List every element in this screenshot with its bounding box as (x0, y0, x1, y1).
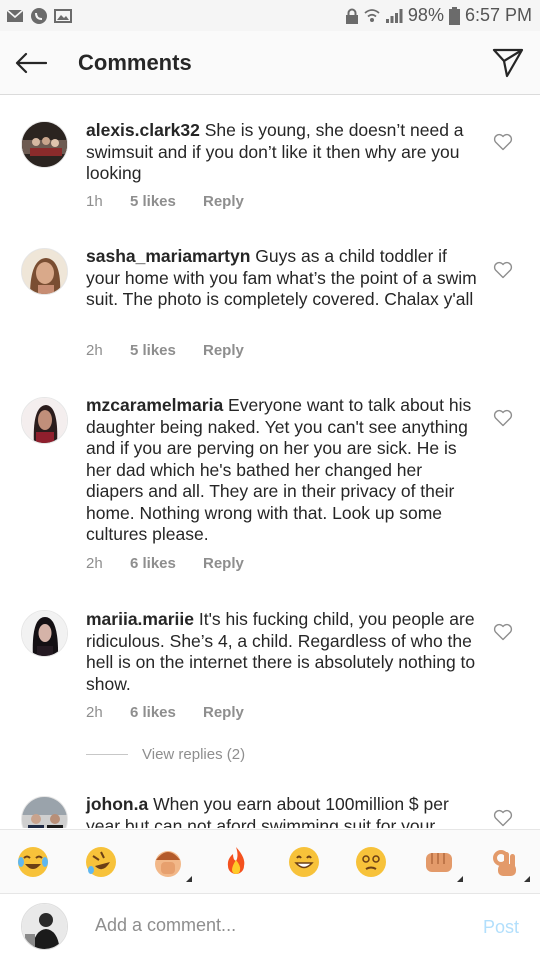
comment-text: mariia.mariie It's his fucking child, yo… (86, 609, 478, 695)
avatar-image (22, 122, 67, 167)
reply-button[interactable]: Reply (203, 342, 244, 359)
comment-text: alexis.clark32 She is young, she doesn’t… (86, 120, 478, 185)
grinning-face-icon[interactable] (286, 844, 322, 880)
send-icon (492, 48, 524, 78)
avatar[interactable] (21, 397, 68, 444)
battery-percent: 98% (407, 5, 444, 25)
ok-hand-icon[interactable] (488, 844, 530, 882)
comment-list[interactable]: alexis.clark32 She is young, she doesn’t… (0, 96, 540, 828)
skin-tone-indicator (457, 876, 463, 882)
lock-icon (345, 8, 358, 24)
notification-icons (6, 7, 72, 25)
comment-body: Everyone want to talk about his daughter… (86, 395, 472, 544)
skin-tone-indicator (524, 876, 530, 882)
heart-icon[interactable] (493, 623, 513, 641)
dizzy-face-icon[interactable] (353, 844, 389, 880)
gallery-icon (54, 8, 72, 23)
post-button[interactable]: Post (483, 917, 519, 938)
comment-username[interactable]: mariia.mariie (86, 609, 194, 629)
avatar[interactable] (21, 796, 68, 828)
comment-time: 2h (86, 555, 103, 572)
comment-username[interactable]: alexis.clark32 (86, 120, 200, 140)
battery-icon (448, 6, 460, 25)
avatar[interactable] (21, 121, 68, 168)
comment-likes[interactable]: 6 likes (130, 555, 203, 572)
oncoming-fist-icon[interactable] (421, 844, 463, 882)
comment-likes[interactable]: 5 likes (130, 193, 203, 210)
avatar-image (22, 398, 67, 443)
comment-input[interactable]: Add a comment... (95, 915, 236, 936)
comment-meta: 2h 6 likes Reply (86, 555, 244, 572)
comment-text: mzcaramelmaria Everyone want to talk abo… (86, 395, 478, 546)
comment-username[interactable]: mzcaramelmaria (86, 395, 223, 415)
avatar-image (22, 797, 67, 828)
status-bar: 98% 6:57 PM (0, 0, 540, 31)
comment-time: 1h (86, 193, 103, 210)
fire-icon[interactable] (218, 844, 254, 880)
page-title: Comments (78, 49, 192, 75)
current-user-avatar (21, 903, 68, 950)
quick-emoji-bar (0, 829, 540, 894)
system-status: 98% 6:57 PM (345, 5, 532, 26)
view-replies-label: View replies (2) (142, 746, 246, 763)
heart-icon[interactable] (493, 409, 513, 427)
heart-icon[interactable] (493, 261, 513, 279)
comment-meta: 1h 5 likes Reply (86, 193, 244, 210)
comment-username[interactable]: johon.a (86, 794, 148, 814)
back-arrow-icon (15, 52, 47, 73)
comment-meta: 2h 5 likes Reply (86, 342, 244, 359)
avatar[interactable] (21, 248, 68, 295)
heart-icon[interactable] (493, 809, 513, 827)
comment-username[interactable]: sasha_mariamartyn (86, 246, 250, 266)
heart-icon[interactable] (493, 133, 513, 151)
reply-button[interactable]: Reply (203, 193, 244, 210)
avatar-image (22, 249, 67, 294)
whatsapp-icon (31, 7, 47, 24)
view-replies-button[interactable]: View replies (2) (86, 746, 245, 763)
direct-message-button[interactable] (490, 45, 526, 81)
comment-time: 2h (86, 704, 103, 721)
reply-button[interactable]: Reply (203, 704, 244, 721)
clock: 6:57 PM (464, 5, 532, 25)
comment-meta: 2h 6 likes Reply (86, 704, 244, 721)
face-palm-icon[interactable] (150, 844, 192, 882)
comment-likes[interactable]: 5 likes (130, 342, 203, 359)
wifi-icon (364, 8, 380, 22)
app-bar: Comments (0, 31, 540, 95)
comment-time: 2h (86, 342, 103, 359)
avatar-image (22, 904, 67, 949)
back-button[interactable] (0, 31, 62, 95)
view-replies-line (86, 754, 128, 755)
avatar[interactable] (21, 610, 68, 657)
reply-button[interactable]: Reply (203, 555, 244, 572)
comment-likes[interactable]: 6 likes (130, 704, 203, 721)
comment-text: sasha_mariamartyn Guys as a child toddle… (86, 246, 478, 311)
signal-icon (385, 8, 403, 23)
skin-tone-indicator (186, 876, 192, 882)
face-with-tears-of-joy-icon[interactable] (15, 844, 51, 880)
email-icon (6, 8, 24, 22)
avatar-image (22, 611, 67, 656)
rolling-on-floor-laughing-icon[interactable] (83, 844, 119, 880)
comment-composer: Add a comment... Post (0, 895, 540, 960)
comment-text: johon.a When you earn about 100million $… (86, 794, 478, 828)
